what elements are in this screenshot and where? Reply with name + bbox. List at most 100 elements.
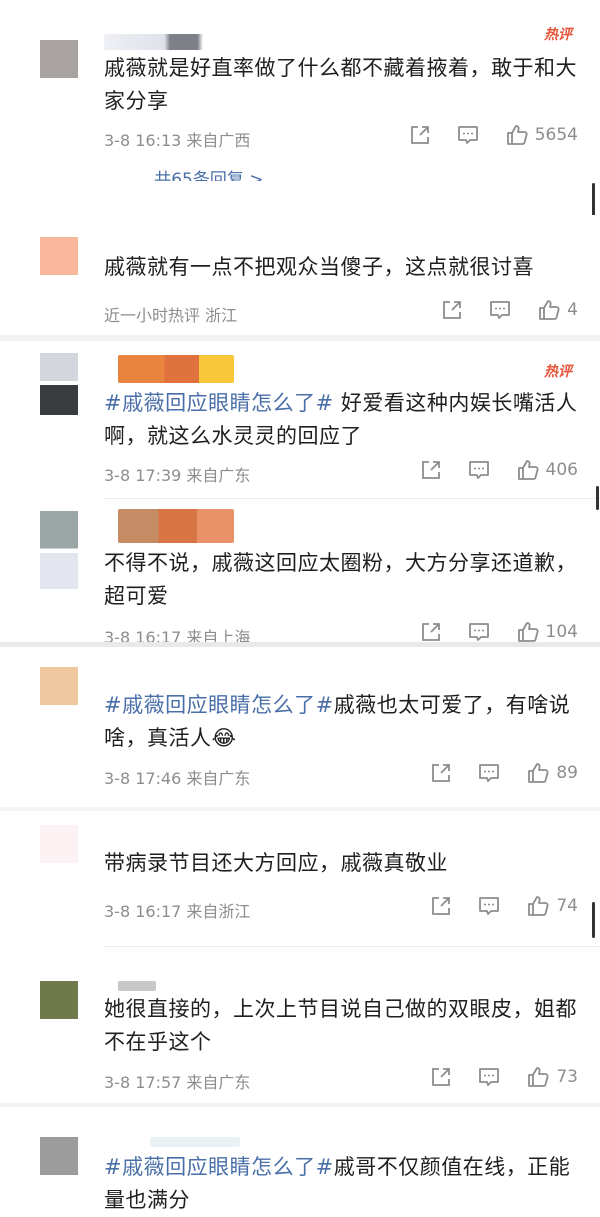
comment-icon xyxy=(468,459,490,481)
like-icon xyxy=(516,620,540,642)
comment-meta: 3-8 16:13 来自广西 xyxy=(104,131,251,150)
reply-button[interactable] xyxy=(478,895,500,917)
username-blurred[interactable] xyxy=(104,34,214,50)
like-icon xyxy=(505,123,529,147)
like-icon xyxy=(516,458,540,482)
comment-actions: 5654 xyxy=(383,123,578,147)
comment-4: 不得不说，戚薇这回应太圈粉，大方分享还道歉，超可爱 3-8 16:17 来自上海… xyxy=(0,499,600,642)
comment-actions: 73 xyxy=(404,1065,578,1089)
share-button[interactable] xyxy=(430,1066,452,1088)
avatar[interactable] xyxy=(40,825,78,863)
comment-meta: 3-8 17:57 来自广东 xyxy=(104,1073,251,1092)
share-icon xyxy=(441,299,463,321)
like-count: 104 xyxy=(545,622,578,642)
replies-ellipsis: …… xyxy=(104,170,138,181)
comment-8: #戚薇回应眼睛怎么了#戚哥不仅颜值在线，正能量也满分 xyxy=(0,1107,600,1212)
scrollbar[interactable] xyxy=(596,486,599,510)
view-replies-link[interactable]: …… 共65条回复 > xyxy=(104,165,264,181)
share-icon xyxy=(420,621,442,642)
share-icon xyxy=(430,895,452,917)
comment-3: 热评 #戚薇回应眼睛怎么了# 好爱看这种内娱长嘴活人啊，就这么水灵灵的回应了 3… xyxy=(0,341,600,499)
like-count: 406 xyxy=(545,460,578,480)
avatar[interactable] xyxy=(40,981,78,1019)
comment-2: 戚薇就有一点不把观众当傻子，这点就很讨喜 近一小时热评 浙江 4 xyxy=(0,215,600,335)
reply-button[interactable] xyxy=(468,621,490,642)
like-count: 4 xyxy=(567,300,578,320)
comment-6: 带病录节目还大方回应，戚薇真敬业 3-8 16:17 来自浙江 74 xyxy=(0,811,600,946)
comment-meta: 近一小时热评 浙江 xyxy=(104,306,238,325)
comment-meta: 3-8 17:46 来自广东 xyxy=(104,769,251,788)
reply-button[interactable] xyxy=(478,1066,500,1088)
avatar[interactable] xyxy=(40,1137,78,1175)
scrollbar[interactable] xyxy=(592,902,595,938)
comment-icon xyxy=(478,1066,500,1088)
share-button[interactable] xyxy=(441,299,463,321)
username-blurred[interactable] xyxy=(118,981,156,991)
reply-button[interactable] xyxy=(489,299,511,321)
topic-hashtag[interactable]: #戚薇回应眼睛怎么了# xyxy=(104,693,334,717)
avatar[interactable] xyxy=(40,511,78,589)
share-icon xyxy=(409,124,431,146)
like-button[interactable]: 5654 xyxy=(505,123,578,147)
comment-text: 戚薇就是好直率做了什么都不藏着掖着，敢于和大家分享 xyxy=(104,56,577,113)
comment-meta: 3-8 17:39 来自广东 xyxy=(104,466,251,485)
comment-text: 不得不说，戚薇这回应太圈粉，大方分享还道歉，超可爱 xyxy=(104,551,577,608)
like-button[interactable]: 89 xyxy=(526,761,578,785)
comment-meta: 3-8 16:17 来自浙江 xyxy=(104,902,251,921)
comment-icon xyxy=(478,762,500,784)
avatar[interactable] xyxy=(40,353,78,415)
comment-actions: 104 xyxy=(394,620,578,642)
like-button[interactable]: 104 xyxy=(516,620,578,642)
avatar[interactable] xyxy=(40,40,78,78)
topic-hashtag[interactable]: #戚薇回应眼睛怎么了# xyxy=(104,391,334,415)
like-count: 74 xyxy=(556,896,578,916)
like-icon xyxy=(537,298,561,322)
comment-text: 戚薇就有一点不把观众当傻子，这点就很讨喜 xyxy=(104,255,534,279)
comment-text: #戚薇回应眼睛怎么了# 好爱看这种内娱长嘴活人啊，就这么水灵灵的回应了 xyxy=(104,391,578,448)
comment-5: #戚薇回应眼睛怎么了#戚薇也太可爱了，有啥说啥，真活人😂 3-8 17:46 来… xyxy=(0,647,600,807)
share-icon xyxy=(430,762,452,784)
comment-text: #戚薇回应眼睛怎么了#戚薇也太可爱了，有啥说啥，真活人😂 xyxy=(104,693,571,750)
comment-text: 她很直接的，上次上节目说自己做的双眼皮，姐都不在乎这个 xyxy=(104,997,577,1054)
comment-icon xyxy=(489,299,511,321)
username-blurred[interactable] xyxy=(150,1137,240,1147)
comment-icon xyxy=(478,895,500,917)
like-icon xyxy=(526,761,550,785)
username-blurred[interactable] xyxy=(118,509,234,543)
like-count: 5654 xyxy=(534,125,578,145)
comment-actions: 74 xyxy=(404,894,578,918)
share-button[interactable] xyxy=(420,621,442,642)
avatar[interactable] xyxy=(40,667,78,705)
hot-comment-badge: 热评 xyxy=(544,27,572,43)
like-button[interactable]: 406 xyxy=(516,458,578,482)
comment-actions: 4 xyxy=(415,298,578,322)
comment-icon xyxy=(468,621,490,642)
like-button[interactable]: 73 xyxy=(526,1065,578,1089)
comment-7: 她很直接的，上次上节目说自己做的双眼皮，姐都不在乎这个 3-8 17:57 来自… xyxy=(0,947,600,1103)
share-button[interactable] xyxy=(430,895,452,917)
comment-meta: 3-8 16:17 来自上海 xyxy=(104,628,251,642)
comment-actions: 406 xyxy=(394,458,578,482)
hot-comment-badge: 热评 xyxy=(544,364,572,380)
like-count: 89 xyxy=(556,763,578,783)
reply-button[interactable] xyxy=(457,124,479,146)
share-icon xyxy=(420,459,442,481)
reply-button[interactable] xyxy=(478,762,500,784)
share-icon xyxy=(430,1066,452,1088)
comment-1: 热评 戚薇就是好直率做了什么都不藏着掖着，敢于和大家分享 3-8 16:13 来… xyxy=(0,0,600,215)
replies-count: 共65条回复 > xyxy=(154,170,264,181)
comment-text: #戚薇回应眼睛怎么了#戚哥不仅颜值在线，正能量也满分 xyxy=(104,1155,571,1212)
comment-text: 带病录节目还大方回应，戚薇真敬业 xyxy=(104,851,448,875)
like-button[interactable]: 4 xyxy=(537,298,578,322)
comment-actions: 89 xyxy=(404,761,578,785)
like-icon xyxy=(526,1065,550,1089)
share-button[interactable] xyxy=(430,762,452,784)
share-button[interactable] xyxy=(420,459,442,481)
username-blurred[interactable] xyxy=(118,355,234,383)
avatar[interactable] xyxy=(40,237,78,275)
topic-hashtag[interactable]: #戚薇回应眼睛怎么了# xyxy=(104,1155,334,1179)
reply-button[interactable] xyxy=(468,459,490,481)
like-button[interactable]: 74 xyxy=(526,894,578,918)
like-count: 73 xyxy=(556,1067,578,1087)
share-button[interactable] xyxy=(409,124,431,146)
